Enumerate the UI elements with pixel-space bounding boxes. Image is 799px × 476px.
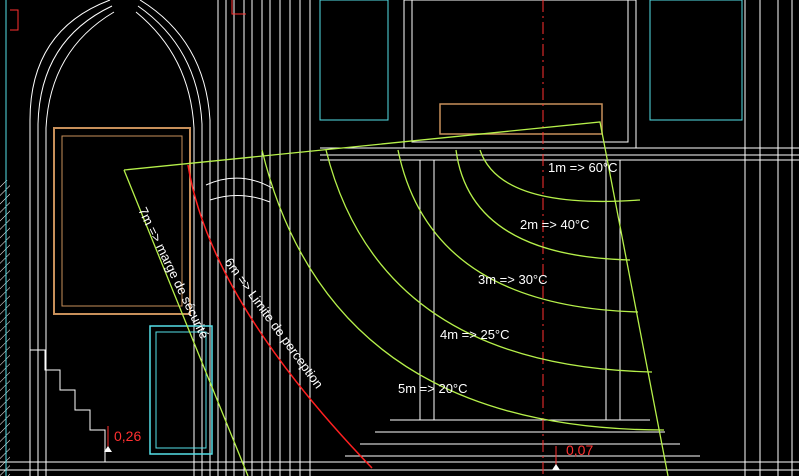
safety-margin-label: 7m => marge de sécurité — [135, 205, 212, 341]
zone-label-2m: 2m => 40°C — [520, 217, 590, 232]
zone-label-4m: 4m => 25°C — [440, 327, 510, 342]
decorative-frames — [5, 0, 743, 476]
dimension-left: 0,26 — [104, 426, 141, 452]
architecture-linework — [0, 0, 799, 476]
zone-label-3m: 3m => 30°C — [478, 272, 548, 287]
upper-cyan-panel — [319, 0, 389, 121]
left-tan-panel — [53, 127, 191, 315]
zone-label-1m: 1m => 60°C — [548, 160, 618, 175]
dimension-left-value: 0,26 — [114, 428, 141, 444]
zone-arc-1m — [479, 149, 641, 203]
left-cyan-door — [149, 325, 213, 455]
heat-zone-diagram: 1m => 60°C 2m => 40°C 3m => 30°C 4m => 2… — [0, 0, 799, 476]
dimension-right-value: 0,07 — [566, 442, 593, 458]
perception-limit-label: 6m => Limite de perception — [222, 255, 327, 391]
cad-drawing-canvas: 1m => 60°C 2m => 40°C 3m => 30°C 4m => 2… — [0, 0, 799, 476]
zone-label-5m: 5m => 20°C — [398, 381, 468, 396]
